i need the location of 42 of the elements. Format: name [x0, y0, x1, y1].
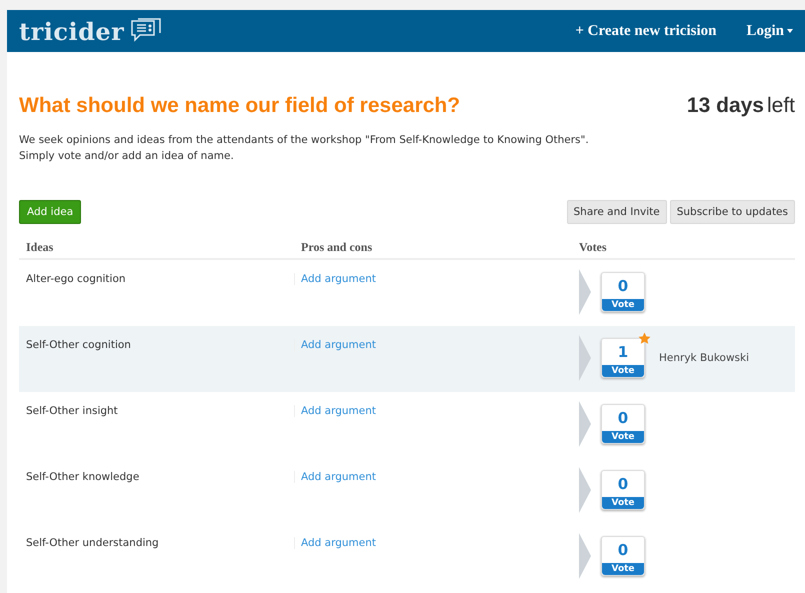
chevron-icon — [579, 533, 591, 579]
logo[interactable]: tricider — [19, 16, 124, 46]
idea-name: Alter-ego cognition — [26, 273, 126, 285]
column-header: Pros and cons — [301, 240, 372, 254]
description: We seek opinions and ideas from the attendants of the workshop "From Self-Knowledge to Knowing Others". — [19, 134, 589, 146]
question-title: What should we name our field of research? — [19, 94, 462, 118]
add-argument-link[interactable]: Add argument — [294, 339, 376, 351]
vote-count: 0 — [616, 276, 630, 297]
share-button[interactable]: Share and Invite — [566, 200, 667, 224]
chevron-icon — [579, 269, 591, 315]
idea-name: Self-Other understanding — [26, 537, 159, 549]
add-argument-link[interactable]: Add argument — [294, 471, 376, 483]
chevron-icon — [579, 335, 591, 381]
subscribe-button[interactable]: Subscribe to updates — [670, 200, 795, 224]
vote-button[interactable]: Vote — [602, 431, 644, 443]
instruction: Simply vote and/or add an idea of name. — [19, 150, 234, 162]
idea-name: Self-Other cognition — [26, 339, 131, 351]
days-count: 13 days — [686, 94, 764, 118]
vote-button[interactable]: Vote — [602, 497, 644, 509]
speech-bubble-icon — [130, 18, 162, 44]
caret-icon — [787, 29, 793, 33]
login-menu[interactable]: Login — [746, 22, 793, 40]
idea-name: Self-Other insight — [26, 405, 118, 417]
voter-name: Henryk Bukowski — [659, 352, 750, 364]
column-header: Votes — [579, 240, 607, 254]
add-argument-link[interactable]: Add argument — [294, 537, 376, 549]
idea-name: Self-Other knowledge — [26, 471, 140, 483]
add-idea-button[interactable]: Add idea — [19, 200, 82, 224]
add-argument-link[interactable]: Add argument — [294, 273, 376, 285]
vote-count: 0 — [616, 540, 630, 561]
create-tricision-link[interactable]: + Create new tricision — [575, 22, 716, 40]
vote-count: 1 — [616, 342, 630, 363]
column-header: Ideas — [26, 240, 54, 254]
vote-count: 0 — [616, 408, 630, 429]
vote-button[interactable]: Vote — [602, 299, 644, 311]
vote-button[interactable]: Vote — [602, 365, 644, 377]
days-suffix: left — [766, 94, 795, 118]
chevron-icon — [579, 401, 591, 447]
add-argument-link[interactable]: Add argument — [294, 405, 376, 417]
vote-button[interactable]: Vote — [602, 563, 644, 575]
chevron-icon — [579, 467, 591, 513]
vote-count: 0 — [616, 474, 630, 495]
